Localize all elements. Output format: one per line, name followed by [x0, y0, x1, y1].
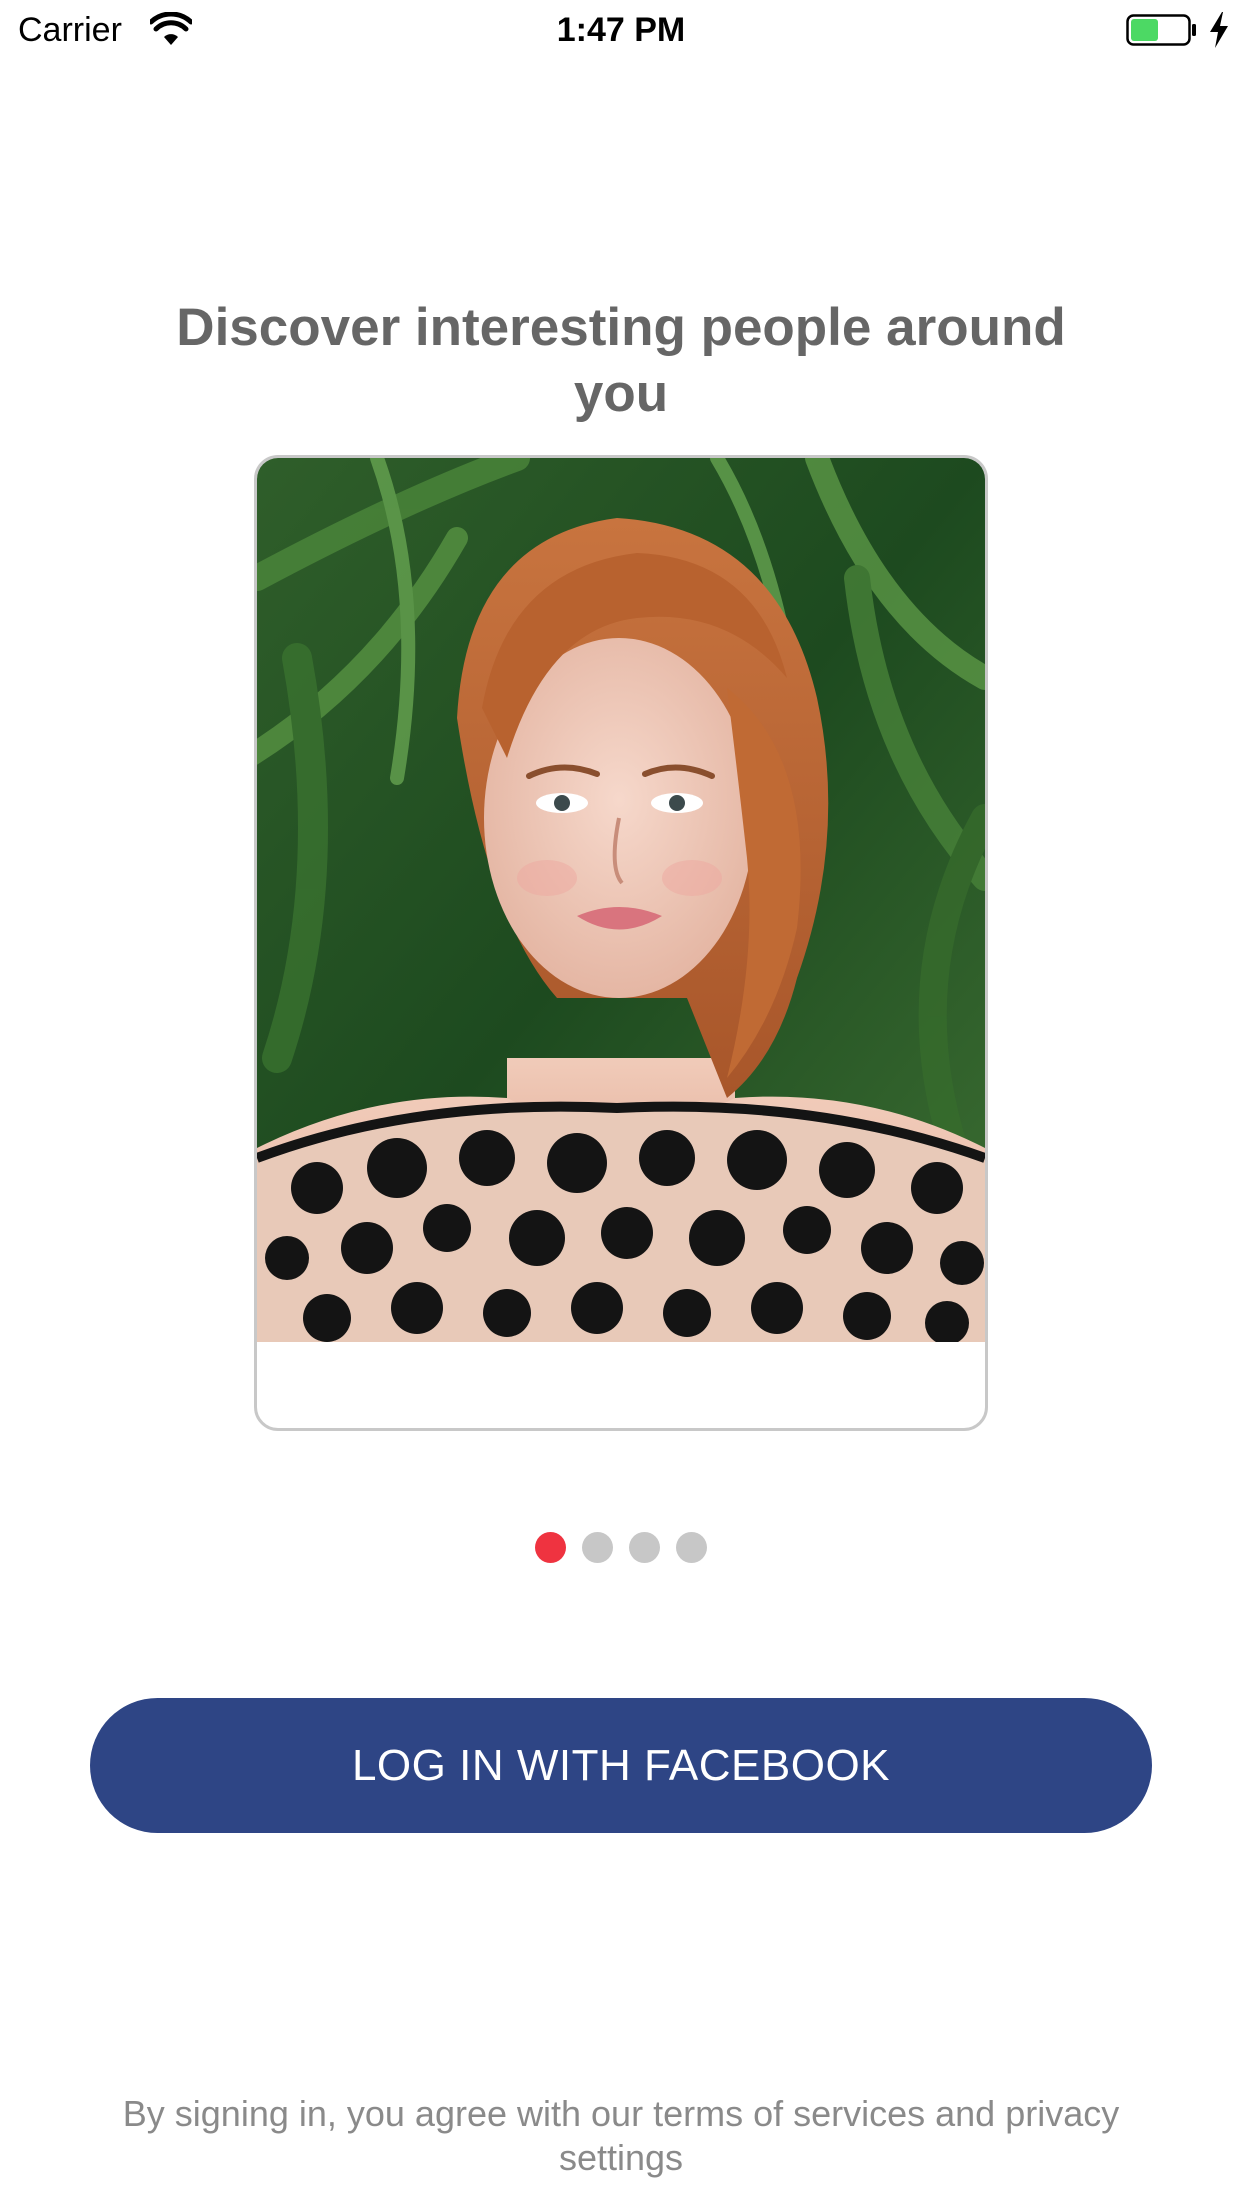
profile-card[interactable] [254, 455, 988, 1431]
terms-notice: By signing in, you agree with our terms … [122, 2093, 1120, 2178]
status-time: 1:47 PM [556, 11, 686, 49]
page-indicator[interactable] [0, 1532, 1242, 1564]
card-caption [257, 1342, 985, 1428]
charging-bolt-icon [1210, 12, 1228, 48]
onboarding-headline: Discover interesting people around you [176, 298, 1066, 423]
page-dot-4[interactable] [676, 1532, 707, 1563]
page-dot-2[interactable] [582, 1532, 613, 1563]
facebook-login-button[interactable]: LOG IN WITH FACEBOOK [90, 1698, 1152, 1833]
status-bar: Carrier 1:47 PM [0, 0, 1242, 60]
page-dot-3[interactable] [629, 1532, 660, 1563]
battery-charging-icon [1126, 14, 1196, 46]
page-dot-1[interactable] [535, 1532, 566, 1563]
profile-photo [257, 458, 985, 1342]
